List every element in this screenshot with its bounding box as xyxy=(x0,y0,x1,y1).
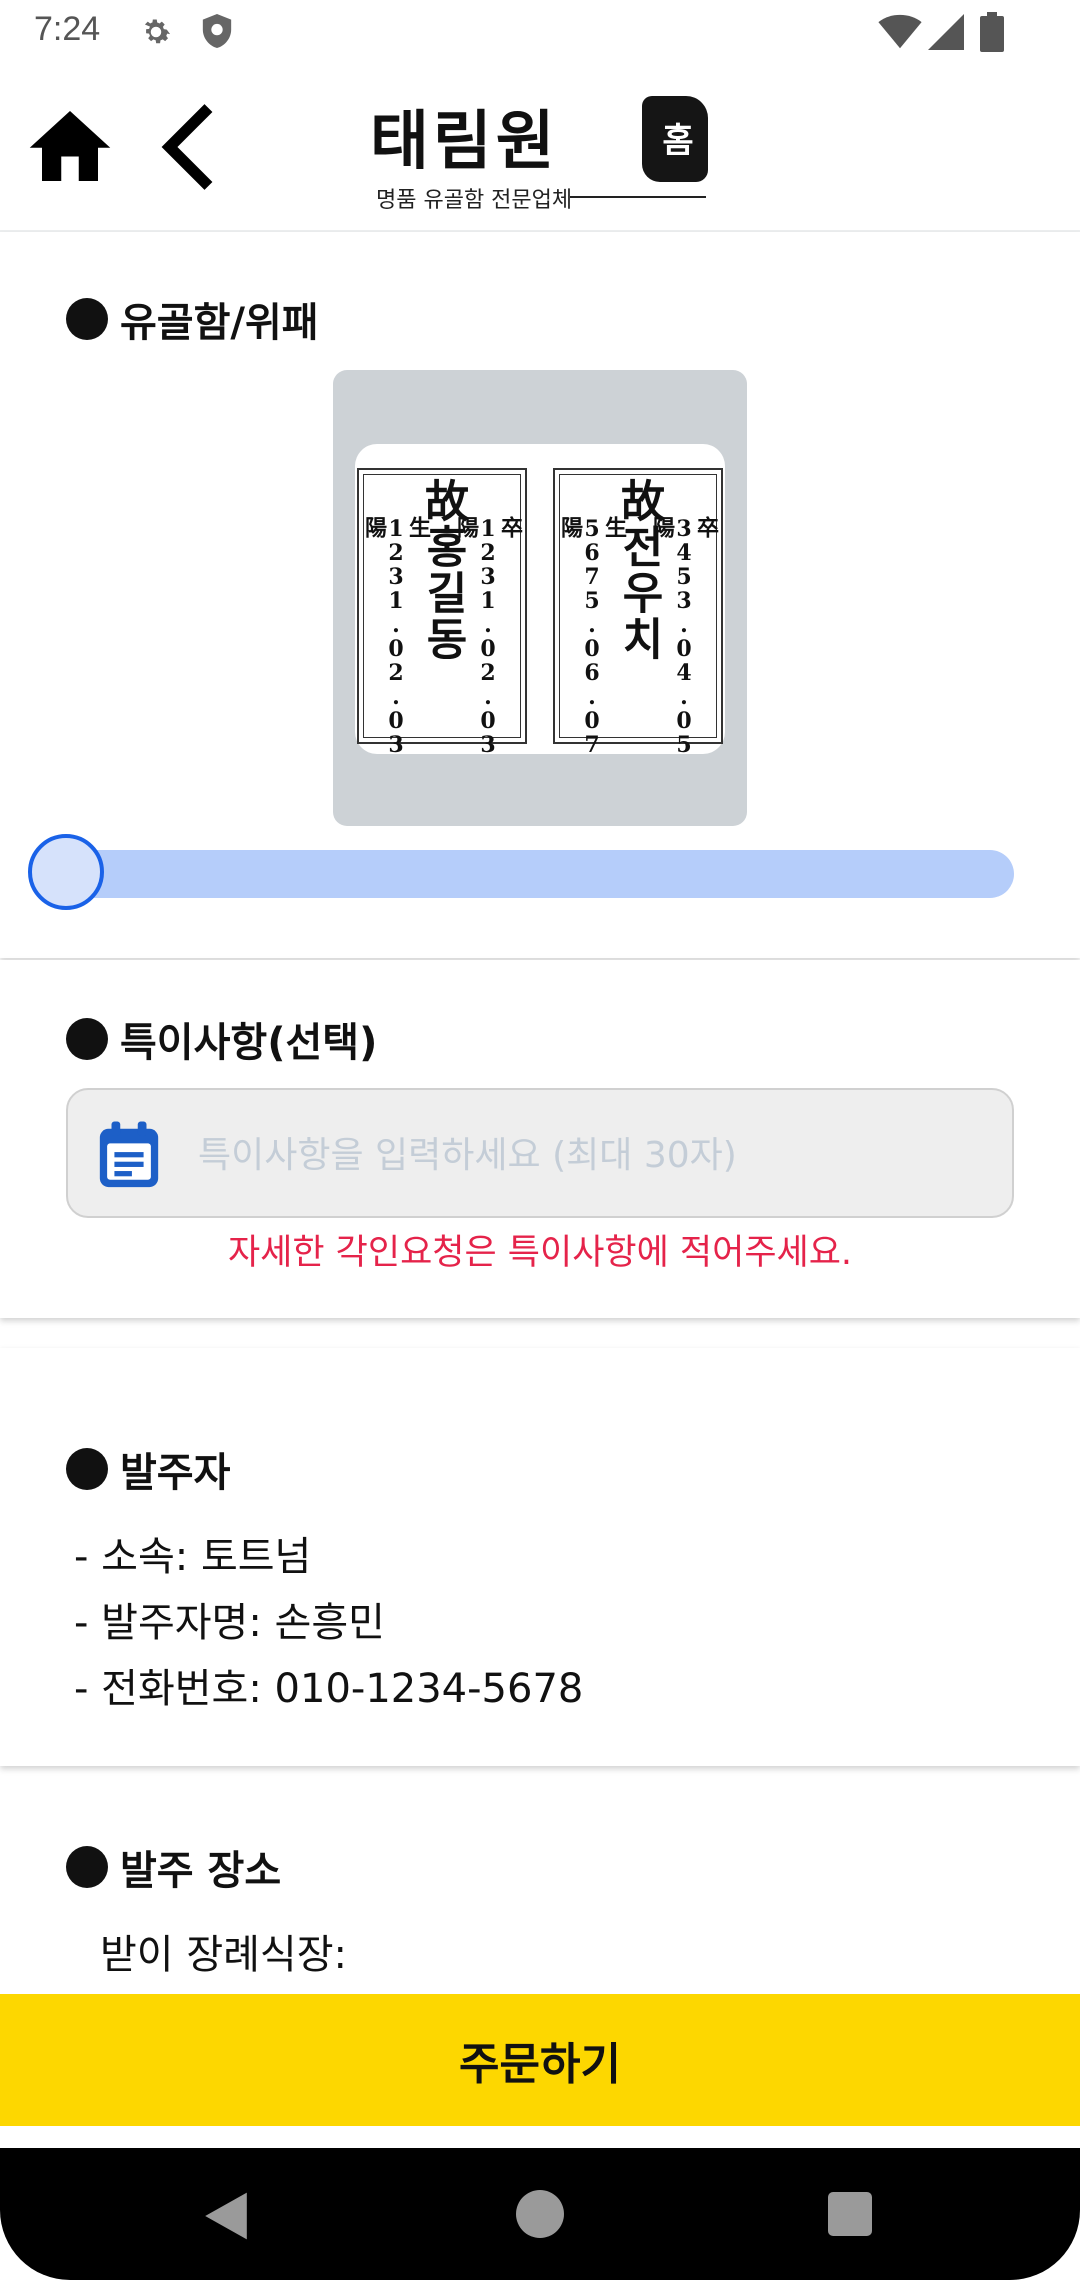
bullet-icon xyxy=(66,1448,108,1490)
notes-section: 특이사항(선택) 자세한 각인요청은 특이사항에 적어주세요. xyxy=(0,960,1080,1318)
place-section: 발주 장소 받이 장례식장: xyxy=(0,1796,1080,1996)
status-time: 7:24 xyxy=(34,10,101,48)
order-button[interactable]: 주문하기 xyxy=(0,1994,1080,2126)
brand-logo: 태림원 홈 명품 유골함 전문업체 xyxy=(370,90,710,213)
shield-icon xyxy=(202,14,232,48)
notes-input[interactable] xyxy=(198,1120,978,1190)
status-bar: 7:24 xyxy=(0,0,1080,66)
orderer-name: - 발주자명: 손흥민 xyxy=(74,1600,385,1646)
notes-section-title: 특이사항(선택) xyxy=(66,1010,377,1068)
nav-home-icon[interactable] xyxy=(516,2190,564,2238)
memorial-tablet-2: 故전우치 生5675.06.07陽 卒3453.04.05陽 xyxy=(553,468,723,756)
battery-icon xyxy=(980,12,1004,52)
urn-slider[interactable] xyxy=(28,826,1014,910)
orderer-section-title: 발주자 xyxy=(66,1440,230,1498)
home-icon[interactable] xyxy=(28,106,112,186)
logo-seal: 홈 xyxy=(642,96,708,182)
app-header: 태림원 홈 명품 유골함 전문업체 xyxy=(0,66,1080,232)
bullet-icon xyxy=(66,1846,108,1888)
notes-field[interactable] xyxy=(66,1088,1014,1218)
tablet-death-1: 卒1231.02.03陽 xyxy=(453,516,523,756)
logo-underline xyxy=(570,196,706,198)
nav-recents-icon[interactable] xyxy=(828,2192,872,2236)
place-section-title: 발주 장소 xyxy=(66,1838,281,1896)
orderer-phone: - 전화번호: 010-1234-5678 xyxy=(74,1666,584,1712)
slider-thumb[interactable] xyxy=(28,834,104,910)
tablet-death-2: 卒3453.04.05陽 xyxy=(649,516,719,756)
urn-section-title: 유골함/위패 xyxy=(66,290,319,348)
place-funeral-hall: 받이 장례식장: xyxy=(100,1932,347,1978)
logo-text: 태림원 xyxy=(370,104,559,179)
memorial-tablet-1: 故홍길동 生1231.02.03陽 卒1231.02.03陽 xyxy=(357,468,527,756)
gear-icon xyxy=(144,19,171,44)
notes-helper-text: 자세한 각인요청은 특이사항에 적어주세요. xyxy=(227,1233,853,1273)
wifi-icon xyxy=(878,14,922,49)
notepad-icon xyxy=(99,1121,159,1188)
urn-plate: 故홍길동 生1231.02.03陽 卒1231.02.03陽 故전우치 生567… xyxy=(355,444,725,756)
logo-subtitle: 명품 유골함 전문업체 xyxy=(376,188,573,213)
system-nav-bar xyxy=(0,2148,1080,2280)
bullet-icon xyxy=(66,298,108,340)
orderer-affiliation: - 소속: 토트넘 xyxy=(74,1534,312,1580)
signal-icon xyxy=(928,14,964,50)
urn-preview: 故홍길동 生1231.02.03陽 卒1231.02.03陽 故전우치 生567… xyxy=(333,370,747,826)
nav-back-icon[interactable] xyxy=(200,2190,252,2242)
orderer-section: 발주자 - 소속: 토트넘 - 발주자명: 손흥민 - 전화번호: 010-12… xyxy=(0,1348,1080,1766)
tablet-birth-2: 生5675.06.07陽 xyxy=(557,516,627,756)
bullet-icon xyxy=(66,1018,108,1060)
urn-section: 유골함/위패 故홍길동 生1231.02.03陽 卒1231.02.03陽 故전… xyxy=(0,232,1080,958)
tablet-birth-1: 生1231.02.03陽 xyxy=(361,516,431,756)
slider-track[interactable] xyxy=(58,850,1014,898)
chevron-left-icon[interactable] xyxy=(152,104,222,190)
